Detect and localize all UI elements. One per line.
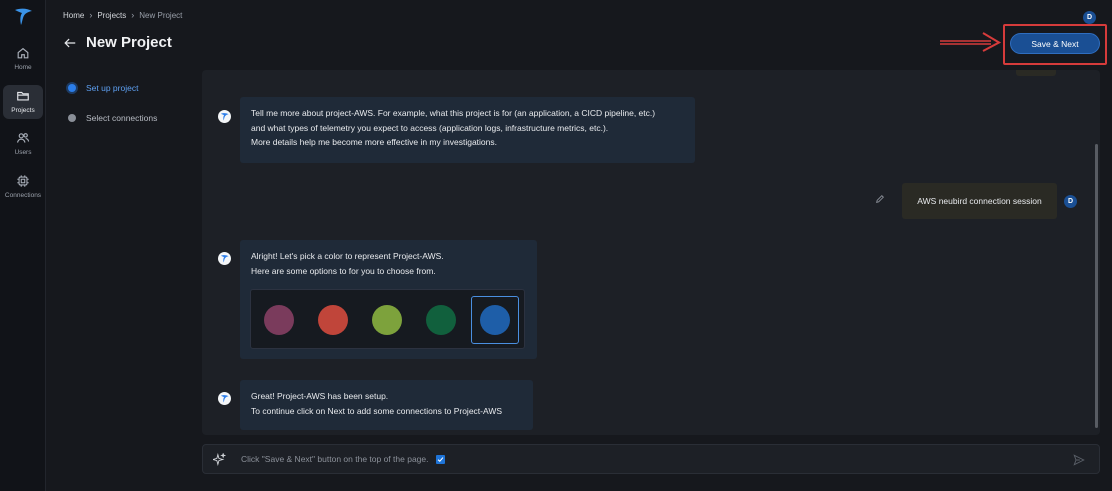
breadcrumb-current: New Project <box>139 10 183 20</box>
send-icon[interactable] <box>1073 454 1085 466</box>
page-title: New Project <box>86 34 172 51</box>
rail-item-label: Connections <box>4 192 42 199</box>
user-message: AWS neubird connection session <box>902 183 1057 219</box>
folder-icon <box>17 91 29 101</box>
composer-placeholder: Click "Save & Next" button on the top of… <box>241 454 429 464</box>
color-option-2[interactable] <box>309 296 357 344</box>
color-option-1[interactable] <box>255 296 303 344</box>
chevron-right-icon: › <box>131 10 135 20</box>
color-option-5[interactable] <box>471 296 519 344</box>
rail-item-connections[interactable]: Connections <box>1 170 45 204</box>
rail-item-label: Users <box>14 149 32 156</box>
chat-scrollbar[interactable] <box>1095 144 1098 428</box>
message-line: Alright! Let's pick a color to represent… <box>251 251 444 261</box>
chat-panel: Tell me more about project-AWS. For exam… <box>202 70 1100 435</box>
color-options <box>250 289 525 349</box>
avatar[interactable]: D <box>1083 11 1096 24</box>
bot-message-color-picker: Alright! Let's pick a color to represent… <box>240 240 537 359</box>
bot-avatar-icon <box>218 252 231 265</box>
save-next-button[interactable]: Save & Next <box>1010 33 1100 54</box>
color-swatch <box>480 305 510 335</box>
bot-avatar-icon <box>218 392 231 405</box>
color-swatch <box>426 305 456 335</box>
message-line: More details help me become more effecti… <box>251 137 497 147</box>
title-row: New Project <box>63 34 172 51</box>
left-rail: Home Projects Users Connections <box>0 0 46 491</box>
breadcrumb-projects[interactable]: Projects <box>97 11 126 20</box>
color-swatch <box>318 305 348 335</box>
step-label: Select connections <box>86 113 158 123</box>
annotation-arrow-icon <box>940 32 1001 52</box>
message-line: and what types of telemetry you expect t… <box>251 122 609 133</box>
color-swatch <box>264 305 294 335</box>
breadcrumb: Home › Projects › New Project <box>63 10 182 20</box>
sparkle-icon <box>213 453 226 466</box>
color-swatch <box>372 305 402 335</box>
previous-message-stub <box>1016 70 1056 76</box>
rail-item-projects[interactable]: Projects <box>3 85 43 119</box>
step-active-dot-icon <box>68 84 76 92</box>
rail-item-label: Projects <box>11 107 35 114</box>
step-select-connections[interactable]: Select connections <box>68 112 157 124</box>
rail-item-home[interactable]: Home <box>3 42 43 76</box>
setup-steps: Set up project Select connections <box>68 82 157 142</box>
back-arrow-icon[interactable] <box>63 36 77 50</box>
chevron-right-icon: › <box>89 10 93 20</box>
home-icon <box>17 47 29 59</box>
step-dot-icon <box>68 114 76 122</box>
users-icon <box>17 133 30 143</box>
composer-input[interactable]: Click "Save & Next" button on the top of… <box>241 454 446 464</box>
step-set-up-project[interactable]: Set up project <box>68 82 157 94</box>
edit-pencil-icon[interactable] <box>875 194 885 204</box>
message-text: AWS neubird connection session <box>917 196 1042 206</box>
message-line: Here are some options to for you to choo… <box>251 265 436 276</box>
message-line: Tell me more about project-AWS. For exam… <box>251 108 656 118</box>
step-label: Set up project <box>86 83 139 93</box>
chip-icon <box>17 175 29 187</box>
message-line: To continue click on Next to add some co… <box>251 405 503 416</box>
rail-item-users[interactable]: Users <box>3 127 43 161</box>
breadcrumb-home[interactable]: Home <box>63 11 84 20</box>
bot-avatar-icon <box>218 110 231 123</box>
app-logo-icon[interactable] <box>13 6 33 26</box>
bot-message: Great! Project-AWS has been setup. To co… <box>240 380 533 430</box>
color-option-3[interactable] <box>363 296 411 344</box>
color-option-4[interactable] <box>417 296 465 344</box>
checkbox-icon <box>436 454 446 464</box>
bot-message: Tell me more about project-AWS. For exam… <box>240 97 695 163</box>
message-line: Great! Project-AWS has been setup. <box>251 391 389 401</box>
chat-composer[interactable]: Click "Save & Next" button on the top of… <box>202 444 1100 474</box>
rail-item-label: Home <box>14 64 32 71</box>
user-avatar: D <box>1064 195 1077 208</box>
